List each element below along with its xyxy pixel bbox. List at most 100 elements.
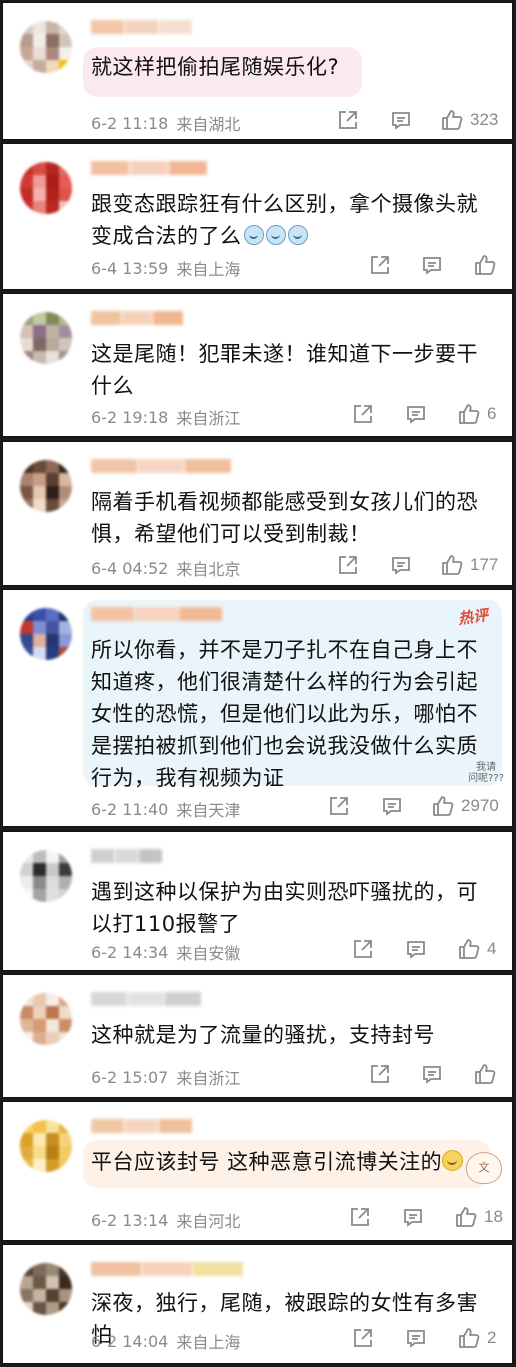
like-button[interactable]: 177 xyxy=(440,552,498,578)
username-blurred[interactable] xyxy=(91,1118,193,1133)
comment-card[interactable]: 这种就是为了流量的骚扰，支持封号 6-2 15:07 来自浙江 xyxy=(2,974,513,1098)
comment-location: 来自湖北 xyxy=(176,115,241,134)
share-icon xyxy=(349,1206,371,1228)
comment-text: 跟变态跟踪狂有什么区别，拿个摄像头就变成合法的了么 xyxy=(91,188,486,252)
comment-icon xyxy=(402,1206,424,1228)
avatar[interactable] xyxy=(20,850,72,902)
avatar[interactable] xyxy=(20,1120,72,1172)
like-count: 2 xyxy=(487,1328,497,1347)
laugh-cry-emoji-icon xyxy=(243,225,264,245)
comment-meta: 6-4 13:59 来自上海 xyxy=(91,256,240,280)
avatar[interactable] xyxy=(20,993,72,1045)
reply-button[interactable] xyxy=(390,552,412,578)
thumbs-up-icon xyxy=(440,553,464,577)
comment-time: 6-2 15:07 xyxy=(91,1067,169,1087)
avatar[interactable] xyxy=(20,21,72,73)
comment-time: 6-4 04:52 xyxy=(91,558,169,578)
reply-button[interactable] xyxy=(390,107,412,133)
share-icon xyxy=(352,1327,374,1349)
thumbs-up-icon xyxy=(457,1326,481,1350)
share-button[interactable] xyxy=(369,252,391,278)
comment-text: 这是尾随！犯罪未遂！谁知道下一步要干什么 xyxy=(91,338,486,402)
comment-icon xyxy=(421,1063,443,1085)
share-button[interactable] xyxy=(352,1325,374,1351)
like-count: 177 xyxy=(470,555,499,574)
like-count: 6 xyxy=(487,404,497,423)
comment-card[interactable]: 平台应该封号 这种恶意引流博关注的文 6-2 13:14 来自河北 18 xyxy=(2,1101,513,1241)
comment-location: 来自安徽 xyxy=(176,944,241,963)
like-button[interactable]: 323 xyxy=(440,107,498,133)
avatar[interactable] xyxy=(20,1263,72,1315)
comment-location: 来自天津 xyxy=(176,801,241,820)
like-button[interactable] xyxy=(473,1061,497,1087)
sticker-icon: 文 xyxy=(466,1152,502,1184)
thumbs-up-icon xyxy=(457,402,481,426)
comment-text-content: 平台应该封号 这种恶意引流博关注的 xyxy=(91,1150,443,1174)
like-button[interactable]: 6 xyxy=(457,401,496,427)
comment-card[interactable]: 隔着手机看视频都能感受到女孩儿们的恐惧，希望他们可以受到制裁！ 6-4 04:52… xyxy=(2,441,513,586)
comment-card[interactable]: 就这样把偷拍尾随娱乐化? 6-2 11:18 来自湖北 323 xyxy=(2,2,513,140)
comment-card[interactable]: 这是尾随！犯罪未遂！谁知道下一步要干什么 6-2 19:18 来自浙江 6 xyxy=(2,293,513,437)
reply-button[interactable] xyxy=(405,401,427,427)
comment-meta: 6-2 11:40 来自天津 xyxy=(91,797,240,821)
share-button[interactable] xyxy=(337,107,359,133)
share-button[interactable] xyxy=(328,793,350,819)
reply-button[interactable] xyxy=(402,1204,424,1230)
like-button[interactable]: 2970 xyxy=(431,793,499,819)
reply-button[interactable] xyxy=(405,936,427,962)
like-button[interactable]: 2 xyxy=(457,1325,496,1351)
comment-time: 6-2 14:34 xyxy=(91,942,169,962)
comment-card[interactable]: 深夜，独行，尾随，被跟踪的女性有多害怕 6-2 14:04 来自上海 2 xyxy=(2,1244,513,1364)
username-blurred[interactable] xyxy=(91,19,193,34)
avatar[interactable] xyxy=(20,162,72,214)
avatar[interactable] xyxy=(20,460,72,512)
username-blurred[interactable] xyxy=(91,991,202,1006)
comment-text: 遇到这种以保护为由实则恐吓骚扰的，可以打110报警了 xyxy=(91,876,486,940)
comment-location: 来自河北 xyxy=(176,1212,241,1231)
username-blurred[interactable] xyxy=(91,458,232,473)
share-button[interactable] xyxy=(369,1061,391,1087)
comment-meta: 6-2 11:18 来自湖北 xyxy=(91,111,240,135)
like-button[interactable]: 18 xyxy=(454,1204,503,1230)
reply-button[interactable] xyxy=(421,1061,443,1087)
comment-meta: 6-2 13:14 来自河北 xyxy=(91,1208,240,1232)
like-count: 18 xyxy=(484,1207,503,1226)
username-blurred[interactable] xyxy=(91,1261,244,1276)
like-button[interactable]: 4 xyxy=(457,936,496,962)
username-blurred[interactable] xyxy=(91,606,223,621)
reply-button[interactable] xyxy=(421,252,443,278)
thumbs-up-icon xyxy=(457,937,481,961)
comment-meta: 6-2 14:04 来自上海 xyxy=(91,1329,240,1353)
reply-button[interactable] xyxy=(381,793,403,819)
comment-icon xyxy=(405,938,427,960)
avatar[interactable] xyxy=(20,312,72,364)
comment-meta: 6-4 04:52 来自北京 xyxy=(91,556,240,580)
comment-location: 来自浙江 xyxy=(176,409,241,428)
avatar[interactable] xyxy=(20,608,72,660)
smile-emoji-icon xyxy=(442,1150,464,1171)
username-blurred[interactable] xyxy=(91,848,163,863)
username-blurred[interactable] xyxy=(91,160,208,175)
share-icon xyxy=(369,254,391,276)
comment-card[interactable]: 跟变态跟踪狂有什么区别，拿个摄像头就变成合法的了么 6-4 13:59 来自上海 xyxy=(2,143,513,290)
like-count: 2970 xyxy=(461,796,499,815)
sticker-note: 我请 问呢??? xyxy=(468,762,504,784)
reply-button[interactable] xyxy=(405,1325,427,1351)
comment-time: 6-2 14:04 xyxy=(91,1331,169,1351)
comment-location: 来自浙江 xyxy=(176,1069,241,1088)
like-button[interactable] xyxy=(473,252,497,278)
share-button[interactable] xyxy=(349,1204,371,1230)
share-button[interactable] xyxy=(352,936,374,962)
share-icon xyxy=(337,554,359,576)
comment-card[interactable]: 遇到这种以保护为由实则恐吓骚扰的，可以打110报警了 6-2 14:34 来自安徽 4 xyxy=(2,831,513,971)
comment-time: 6-2 19:18 xyxy=(91,407,169,427)
share-button[interactable] xyxy=(352,401,374,427)
username-blurred[interactable] xyxy=(91,310,184,325)
share-button[interactable] xyxy=(337,552,359,578)
comment-text: 这种就是为了流量的骚扰，支持封号 xyxy=(91,1019,486,1051)
like-count: 4 xyxy=(487,939,497,958)
hot-comment-badge: 热评 xyxy=(456,605,490,628)
comment-card[interactable]: 热评所以你看，并不是刀子扎不在自己身上不知道疼，他们很清楚什么样的行为会引起女性… xyxy=(2,589,513,827)
comment-icon xyxy=(390,554,412,576)
comment-text-content: 所以你看，并不是刀子扎不在自己身上不知道疼，他们很清楚什么样的行为会引起女性的恐… xyxy=(91,638,478,790)
